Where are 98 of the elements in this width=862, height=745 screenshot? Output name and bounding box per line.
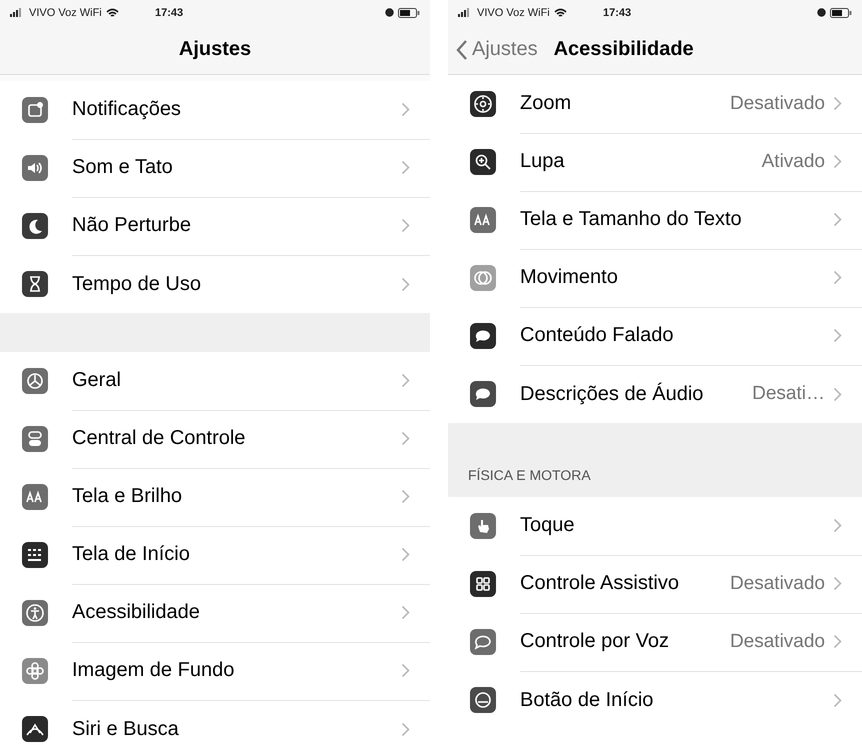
row-label: Acessibilidade: [72, 601, 200, 624]
row-label: Controle por Voz: [520, 630, 669, 653]
row-label: Zoom: [520, 92, 572, 115]
speech-bubble-icon: [470, 323, 496, 349]
chevron-icon: [833, 270, 842, 285]
row-label: Tela de Início: [72, 543, 190, 566]
settings-row[interactable]: Geral: [0, 352, 430, 410]
chevron-icon: [401, 218, 410, 233]
row-label: Som e Tato: [72, 156, 173, 179]
row-label: Conteúdo Falado: [520, 324, 674, 347]
chevron-icon: [833, 154, 842, 169]
chevron-icon: [401, 373, 410, 388]
settings-row[interactable]: Imagem de Fundo: [0, 642, 430, 700]
row-label: Descrições de Áudio: [520, 382, 704, 406]
chevron-icon: [833, 692, 842, 708]
settings-row[interactable]: Descrições de Áudio Desati…: [448, 365, 862, 423]
chevron-icon: [401, 605, 410, 620]
chevron-icon: [401, 489, 410, 504]
chevron-icon: [833, 518, 842, 533]
chevron-icon: [401, 160, 410, 175]
letters-icon: [470, 207, 496, 233]
row-value: Ativado: [762, 150, 825, 172]
settings-row[interactable]: Conteúdo Falado: [448, 307, 862, 365]
chevron-icon: [833, 96, 842, 111]
carrier-text: VIVO Voz WiFi: [29, 6, 102, 18]
clock-text: 17:43: [603, 6, 632, 18]
settings-row[interactable]: Tela e Brilho: [0, 468, 430, 526]
four-squares-icon: [470, 571, 496, 597]
row-label: Toque: [520, 514, 574, 537]
screen-title: Acessibilidade: [554, 38, 694, 61]
settings-row[interactable]: Acessibilidade: [0, 584, 430, 642]
wifi-icon: [554, 8, 567, 18]
row-value: Desativado: [730, 630, 825, 652]
section-header: FÍSICA E MOTORA: [467, 467, 591, 485]
zoom-icon: [470, 91, 496, 117]
settings-row[interactable]: Tela de Início: [0, 526, 430, 584]
settings-row[interactable]: Tela e Tamanho do Texto: [448, 191, 862, 249]
settings-row[interactable]: Notificações: [0, 81, 430, 139]
circles-icon: [470, 265, 496, 291]
quote-bubble-icon: [470, 381, 496, 407]
chevron-icon: [401, 431, 410, 446]
chevron-icon: [833, 212, 842, 227]
moon-icon: [22, 213, 48, 239]
row-label: Tela e Brilho: [72, 485, 182, 508]
settings-row[interactable]: Tempo de Uso: [0, 255, 430, 313]
chevron-icon: [401, 722, 410, 736]
chevron-icon: [401, 276, 410, 292]
row-label: Movimento: [520, 266, 618, 289]
circle-button-icon: [470, 687, 496, 713]
row-label: Tempo de Uso: [72, 272, 201, 296]
carrier-text: VIVO Voz WiFi: [477, 6, 550, 18]
clock-text: 17:43: [155, 6, 184, 18]
row-label: Imagem de Fundo: [72, 659, 234, 682]
row-label: Central de Controle: [72, 427, 246, 450]
chevron-icon: [833, 634, 842, 649]
grid-icon: [22, 542, 48, 568]
hourglass-icon: [22, 271, 48, 297]
letters-icon: [22, 484, 48, 510]
row-label: Controle Assistivo: [520, 572, 679, 595]
wifi-icon: [106, 8, 119, 18]
settings-row[interactable]: Movimento: [448, 249, 862, 307]
hand-icon: [470, 513, 496, 539]
speaker-icon: [22, 155, 48, 181]
row-value: Desativado: [730, 92, 825, 114]
settings-row[interactable]: Siri e Busca: [0, 700, 430, 745]
settings-row[interactable]: Lupa Ativado: [448, 133, 862, 191]
settings-row[interactable]: Zoom Desativado: [448, 75, 862, 133]
flower-icon: [22, 658, 48, 684]
settings-row[interactable]: Botão de Início: [448, 671, 862, 729]
chevron-icon: [833, 576, 842, 591]
speech-bubble-icon: [470, 629, 496, 655]
settings-row[interactable]: Não Perturbe: [0, 197, 430, 255]
row-value: Desati…: [752, 383, 825, 405]
row-label: Geral: [72, 369, 121, 392]
back-button[interactable]: Ajustes: [448, 38, 538, 61]
toggles-icon: [22, 426, 48, 452]
battery-icon: [398, 8, 420, 18]
screen-title: Ajustes: [178, 38, 252, 61]
row-label: Siri e Busca: [72, 718, 179, 740]
battery-icon: [830, 8, 852, 18]
settings-row[interactable]: Som e Tato: [0, 139, 430, 197]
chevron-icon: [401, 663, 410, 678]
chevron-icon: [833, 328, 842, 343]
magnifier-icon: [470, 149, 496, 175]
settings-row[interactable]: Toque: [448, 497, 862, 555]
row-label: Notificações: [72, 98, 181, 121]
settings-row[interactable]: Central de Controle: [0, 410, 430, 468]
row-label: Botão de Início: [520, 688, 654, 712]
chevron-icon: [401, 547, 410, 562]
row-label: Lupa: [520, 150, 564, 173]
chevron-icon: [833, 386, 842, 402]
row-value: Desativado: [730, 572, 825, 594]
chevron-icon: [401, 102, 410, 117]
row-label: Tela e Tamanho do Texto: [520, 208, 742, 231]
back-chevron-icon: [456, 38, 468, 60]
settings-row[interactable]: Controle Assistivo Desativado: [448, 555, 862, 613]
row-label: Não Perturbe: [72, 214, 191, 237]
settings-row[interactable]: Controle por Voz Desativado: [448, 613, 862, 671]
